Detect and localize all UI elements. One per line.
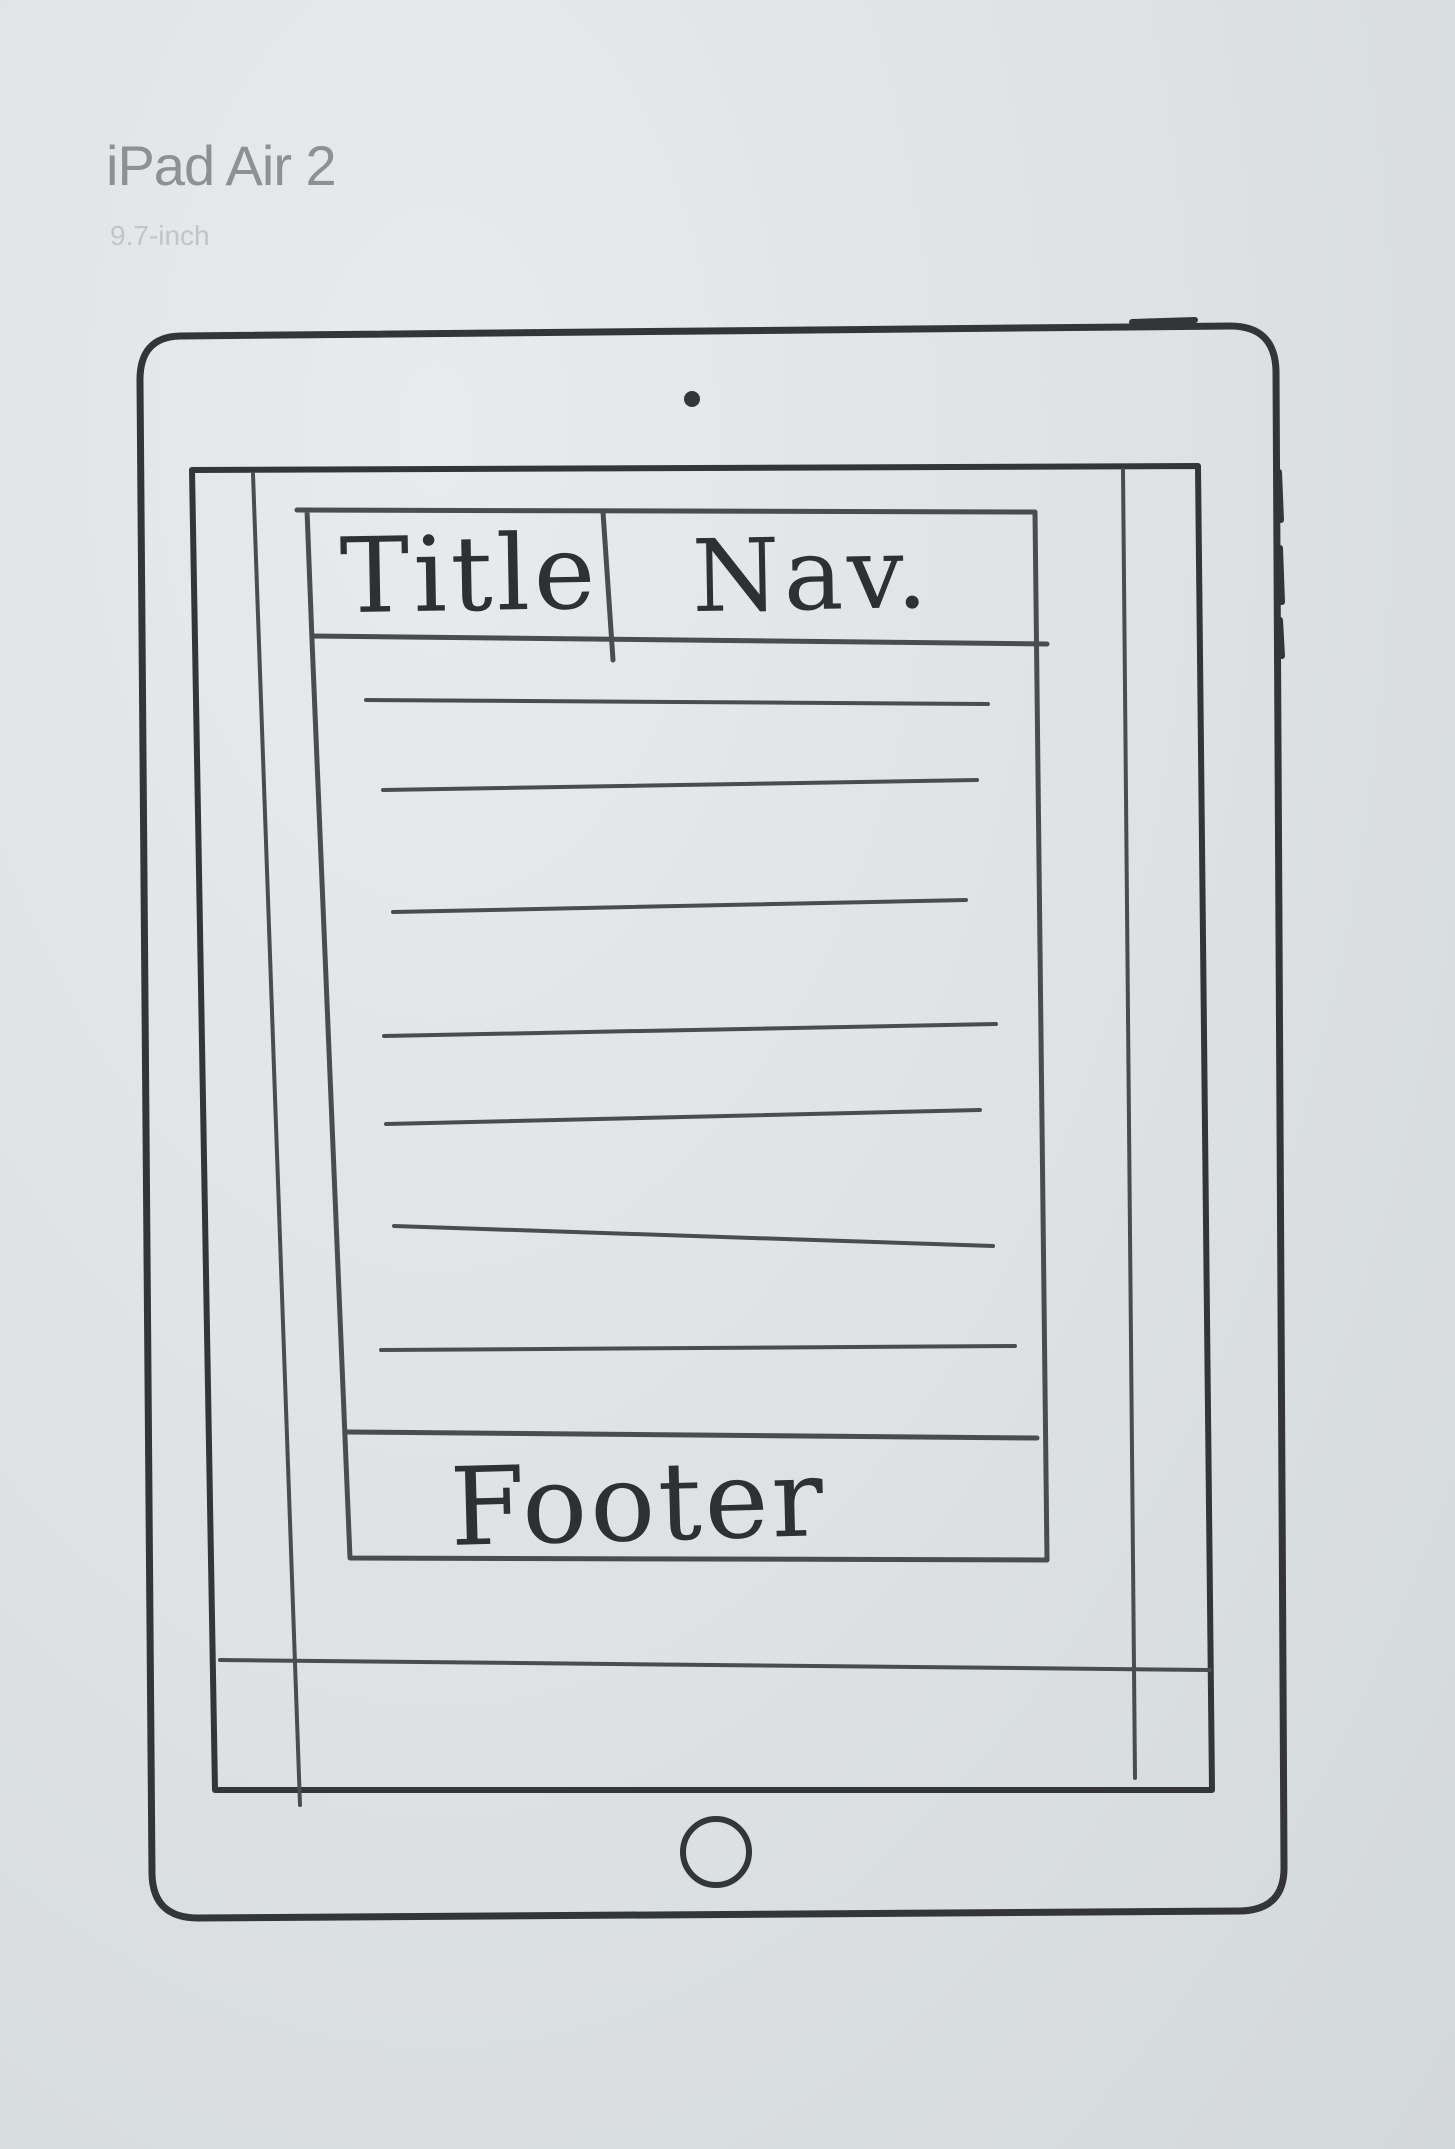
bottom-guide-line: [218, 1658, 1212, 1672]
sleep-button: [1129, 317, 1198, 325]
content-line: [384, 1108, 982, 1126]
content-line: [382, 1022, 998, 1038]
wireframe-nav-label: Nav.: [690, 513, 933, 636]
volume-up-button: [1276, 469, 1284, 523]
left-guide-line: [251, 472, 302, 1807]
content-line: [391, 898, 968, 914]
ipad-sketch: [136, 317, 1288, 1922]
wireframe-footer-label: Footer: [448, 1436, 828, 1571]
home-button: [680, 1816, 752, 1888]
front-camera-icon: [684, 391, 700, 407]
content-line: [381, 778, 979, 792]
footer-divider: [344, 1429, 1040, 1441]
content-line: [364, 698, 990, 706]
screen-outline: [189, 463, 1215, 1793]
content-line: [392, 1224, 995, 1248]
wireframe-title-label: Title: [338, 510, 601, 638]
mute-switch: [1277, 617, 1285, 659]
volume-down-button: [1277, 545, 1285, 605]
header-divider: [309, 633, 1050, 647]
content-line: [379, 1344, 1017, 1352]
right-guide-line: [1121, 468, 1137, 1780]
